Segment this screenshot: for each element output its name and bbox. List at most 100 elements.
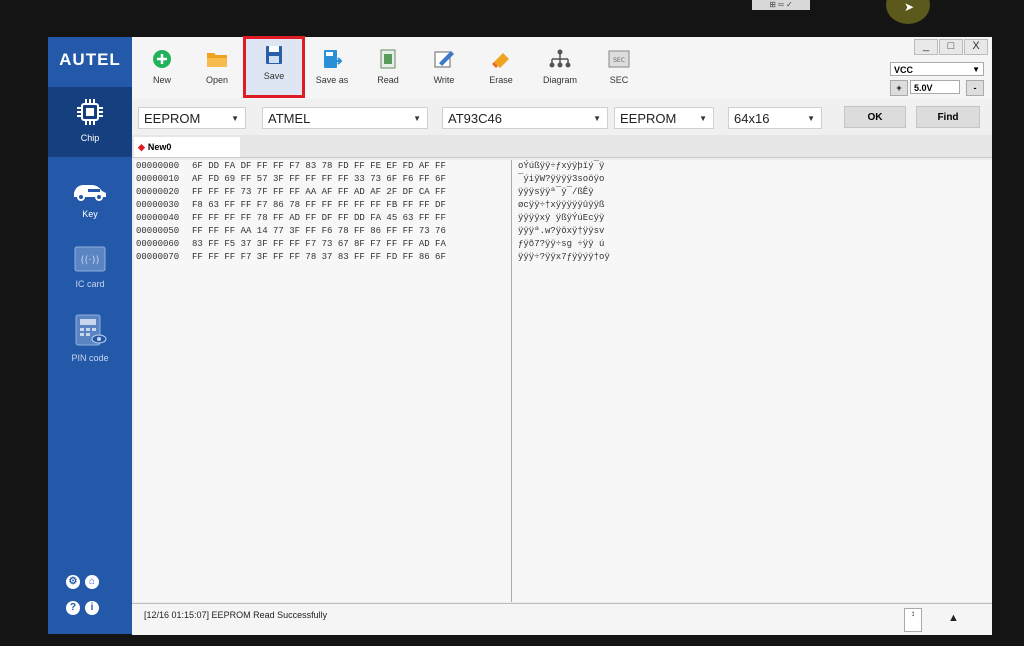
hex-bytes: AF FD 69 FF 57 3F FF FF FF FF 33 73 6F F… <box>192 174 446 184</box>
hex-row: 00000020 FF FF FF 73 7F FF FF AA AF FF AD… <box>134 186 511 199</box>
voltage-value: 5.0V <box>910 80 960 94</box>
sec-button[interactable]: SEC SEC <box>595 43 643 99</box>
tool-label: SEC <box>609 75 629 85</box>
type-select[interactable]: EEPROM ▼ <box>138 107 246 129</box>
sec-icon: SEC <box>608 50 630 68</box>
hex-address: 00000040 <box>136 213 180 223</box>
chip-icon <box>77 99 103 125</box>
write-icon <box>434 51 454 68</box>
app-window: AUTEL Chip Key ((·)) IC card PIN code ⚙ … <box>48 36 992 635</box>
maximize-button[interactable]: □ <box>939 39 963 55</box>
voltage-plus-button[interactable]: + <box>890 80 908 96</box>
model-select-value: AT93C46 <box>448 111 502 126</box>
tab-new0[interactable]: ◆ New0 <box>134 137 240 157</box>
sidebar-item-key[interactable]: Key <box>48 167 132 237</box>
mouse-cursor-highlight: ➤ <box>886 0 930 24</box>
chevron-down-icon: ▼ <box>231 114 239 123</box>
diagram-button[interactable]: Diagram <box>536 43 584 99</box>
hex-bytes: F8 63 FF FF F7 86 78 FF FF FF FF FF FB F… <box>192 200 446 210</box>
help-icon[interactable]: ? <box>66 601 80 615</box>
hex-row: 00000030 F8 63 FF FF F7 86 78 FF FF FF FF… <box>134 199 511 212</box>
tool-label: Save <box>263 71 285 81</box>
ic-card-icon: ((·)) <box>74 246 106 272</box>
open-folder-icon <box>207 53 227 67</box>
new-button[interactable]: New <box>138 43 186 99</box>
open-button[interactable]: Open <box>193 43 241 99</box>
save-button[interactable]: Save <box>243 36 305 98</box>
hex-row: 00000040 FF FF FF FF 78 FF AD FF DF FF DD… <box>134 212 511 225</box>
status-message: [12/16 01:15:07] EEPROM Read Successfull… <box>144 610 328 620</box>
sidebar-item-ic-card[interactable]: ((·)) IC card <box>48 235 132 305</box>
save-as-button[interactable]: Save as <box>308 43 356 99</box>
ascii-view[interactable]: oÝúßÿÿ÷ƒxýÿþïý¯ÿ ¯ýiÿW?ÿÿÿÿ3soöÿo ÿÿÿsÿÿª¯… <box>512 160 992 602</box>
close-button[interactable]: X <box>964 39 988 55</box>
hex-view[interactable]: 00000000 6F DD FA DF FF FF F7 83 78 FD FF… <box>134 160 512 602</box>
tab-bar: ◆ New0 <box>132 135 992 158</box>
ascii-row: øcÿÿ÷†xÿÿÿÿÿûÿÿß <box>518 200 605 210</box>
hex-row: 00000010 AF FD 69 FF 57 3F FF FF FF FF 33… <box>134 173 511 186</box>
erase-icon <box>492 53 509 68</box>
pin-code-icon <box>75 314 107 346</box>
chevron-down-icon: ▼ <box>807 114 815 123</box>
find-button[interactable]: Find <box>916 106 980 128</box>
mode-select[interactable]: EEPROM ▼ <box>614 107 714 129</box>
vcc-select[interactable]: VCC ▼ <box>890 62 984 76</box>
hex-bytes: FF FF FF 73 7F FF FF AA AF FF AD AF 2F D… <box>192 187 446 197</box>
sidebar-item-chip[interactable]: Chip <box>48 87 132 157</box>
svg-text:((·)): ((·)) <box>81 255 100 266</box>
desktop-widget: ⊞ ═ ✓ <box>752 0 810 10</box>
chevron-down-icon: ▼ <box>593 114 601 123</box>
tool-label: Write <box>433 75 455 85</box>
voltage-minus-button[interactable]: - <box>966 80 984 96</box>
ok-button[interactable]: OK <box>844 106 906 128</box>
modified-dot-icon: ◆ <box>138 142 145 152</box>
hex-row: 00000050 FF FF FF AA 14 77 3F FF F6 78 FF… <box>134 225 511 238</box>
collapse-up-icon[interactable]: ▲ <box>948 612 959 624</box>
hex-address: 00000050 <box>136 226 180 236</box>
hex-row: 00000000 6F DD FA DF FF FF F7 83 78 FD FF… <box>134 160 511 173</box>
mode-select-value: EEPROM <box>620 111 677 126</box>
save-icon <box>266 46 282 64</box>
hex-address: 00000020 <box>136 187 180 197</box>
voltage-control: + 5.0V - <box>890 80 984 96</box>
gear-icon[interactable]: ⚙ <box>66 575 80 589</box>
ascii-row: ÿÿÿÿxÿ ÿßÿÝúEcÿÿ <box>518 213 605 223</box>
chevron-down-icon: ▼ <box>972 65 980 74</box>
hex-address: 00000060 <box>136 239 180 249</box>
read-icon <box>380 49 396 69</box>
sidebar-item-pin-code[interactable]: PIN code <box>48 303 132 373</box>
save-as-icon <box>324 50 343 68</box>
vcc-select-value: VCC <box>894 65 914 75</box>
status-scroll-control[interactable]: ↕ <box>904 608 922 632</box>
minimize-button[interactable]: _ <box>914 39 938 55</box>
chevron-down-icon: ▼ <box>699 114 707 123</box>
size-select[interactable]: 64x16 ▼ <box>728 107 822 129</box>
read-button[interactable]: Read <box>364 43 412 99</box>
write-button[interactable]: Write <box>420 43 468 99</box>
hex-bytes: FF FF FF F7 3F FF FF 78 37 83 FF FF FD F… <box>192 252 446 262</box>
hex-address: 00000000 <box>136 161 180 171</box>
brand-select[interactable]: ATMEL ▼ <box>262 107 428 129</box>
type-select-value: EEPROM <box>144 111 201 126</box>
hex-address: 00000070 <box>136 252 180 262</box>
info-icon[interactable]: i <box>85 601 99 615</box>
ascii-row: oÝúßÿÿ÷ƒxýÿþïý¯ÿ <box>518 161 605 171</box>
erase-button[interactable]: Erase <box>477 43 525 99</box>
ascii-row: ƒÿõ7?ÿÿ÷sg ÷ÿÿ ú <box>518 239 605 249</box>
toolbar: New Open Save Save as Read Write Erase D… <box>132 36 992 99</box>
sidebar-item-label: Key <box>82 209 98 219</box>
ascii-row: ¯ýiÿW?ÿÿÿÿ3soöÿo <box>518 174 605 184</box>
size-select-value: 64x16 <box>734 111 770 126</box>
chip-selector-bar: EEPROM ▼ ATMEL ▼ AT93C46 ▼ EEPROM ▼ 64x16 ▼ O… <box>132 99 992 135</box>
new-icon <box>153 50 171 68</box>
tool-label: Diagram <box>542 75 577 85</box>
home-icon[interactable]: ⌂ <box>85 575 99 589</box>
model-select[interactable]: AT93C46 ▼ <box>442 107 608 129</box>
autel-logo: AUTEL <box>59 50 121 69</box>
hex-bytes: FF FF FF AA 14 77 3F FF F6 78 FF 86 FF F… <box>192 226 446 236</box>
tab-label: New0 <box>147 142 172 152</box>
sidebar-bottom-icons: ⚙ ⌂ ? i <box>66 571 118 623</box>
chevron-down-icon: ▼ <box>413 114 421 123</box>
sidebar-item-label: Chip <box>80 133 100 143</box>
cursor-icon: ➤ <box>904 0 915 14</box>
